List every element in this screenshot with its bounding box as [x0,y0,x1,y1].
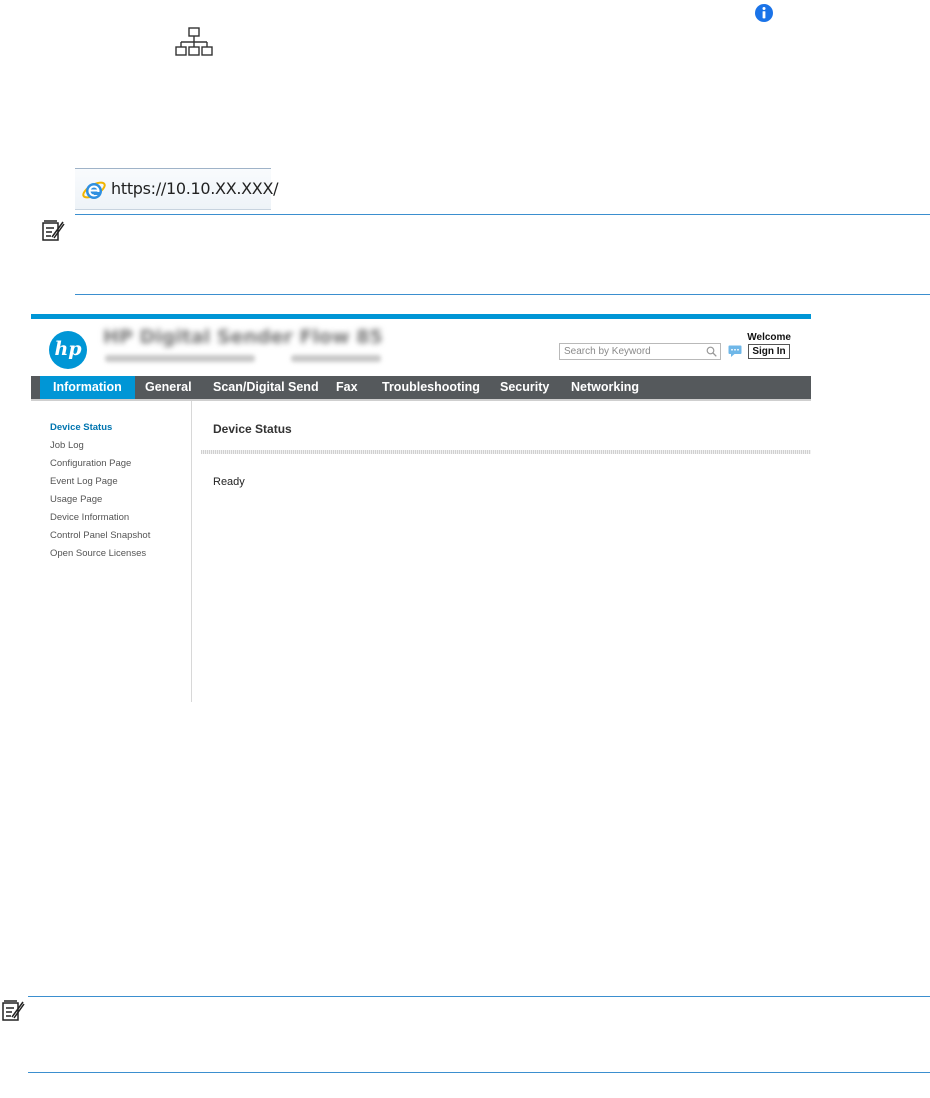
tab-networking[interactable]: Networking [571,376,639,399]
note-top-rule [28,996,930,997]
sidebar-item-device-information[interactable]: Device Information [50,512,129,523]
url-text: https://10.10.XX.XXX/ [111,179,279,198]
header-accent-bar [31,314,811,319]
browser-address-bar[interactable]: https://10.10.XX.XXX/ [75,168,279,210]
page-title: Device Status [213,422,292,436]
tab-security[interactable]: Security [500,376,549,399]
sidebar-item-job-log[interactable]: Job Log [50,440,84,451]
note-bottom-rule [28,1072,930,1073]
internet-explorer-icon [82,181,106,199]
info-icon [755,4,773,22]
tab-information[interactable]: Information [40,376,135,399]
device-status-text: Ready [213,476,245,488]
network-icon [175,27,213,56]
welcome-label: Welcome [747,332,791,343]
sidebar-item-event-log-page[interactable]: Event Log Page [50,476,118,487]
sidebar-item-control-panel-snapshot[interactable]: Control Panel Snapshot [50,530,150,541]
title-divider [201,450,811,454]
sign-in-button[interactable]: Sign In [748,344,790,359]
tab-general[interactable]: General [145,376,192,399]
search-icon[interactable] [706,346,717,357]
embedded-web-server-window: hp HP Digital Sender Flow 8500 Welcome S… [31,314,811,702]
tab-scan-digital-send[interactable]: Scan/Digital Send [213,376,319,399]
sidebar-item-open-source-licenses[interactable]: Open Source Licenses [50,548,146,559]
chat-icon[interactable] [728,345,742,357]
note-bottom-rule [75,294,930,295]
device-subtitle-blurred [105,352,381,366]
search-box[interactable] [559,343,721,360]
note-icon [2,1000,25,1021]
main-nav-bar: Information General Scan/Digital Send Fa… [31,376,811,401]
note-top-rule [75,214,930,215]
note-icon [42,220,65,241]
sidebar-item-device-status[interactable]: Device Status [50,422,112,433]
sidebar-item-configuration-page[interactable]: Configuration Page [50,458,131,469]
search-input[interactable] [560,344,708,359]
sidebar-item-usage-page[interactable]: Usage Page [50,494,102,505]
sidebar: Device Status Job Log Configuration Page… [31,401,192,702]
hp-logo: hp [49,331,87,369]
device-name: HP Digital Sender Flow 8500 [103,326,381,348]
tab-fax[interactable]: Fax [336,376,358,399]
device-name-blurred: HP Digital Sender Flow 8500 [103,326,381,348]
tab-troubleshooting[interactable]: Troubleshooting [382,376,480,399]
